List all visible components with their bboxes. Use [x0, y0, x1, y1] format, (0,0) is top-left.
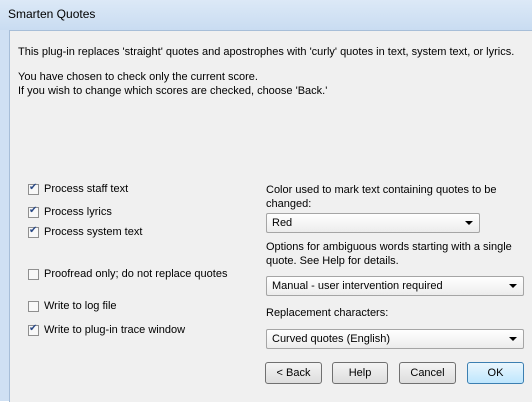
process-system-text-label[interactable]: Process system text — [44, 226, 142, 239]
process-lyrics-label[interactable]: Process lyrics — [44, 206, 112, 219]
replacement-characters-select-value: Curved quotes (English) — [272, 333, 391, 345]
chevron-down-icon — [465, 221, 473, 225]
proofread-only-label[interactable]: Proofread only; do not replace quotes — [44, 268, 227, 281]
dialog-client-area: This plug-in replaces 'straight' quotes … — [9, 30, 532, 402]
dialog-window: Smarten Quotes This plug-in replaces 'st… — [0, 0, 532, 402]
process-staff-text-label[interactable]: Process staff text — [44, 183, 128, 196]
intro-text: This plug-in replaces 'straight' quotes … — [18, 46, 515, 58]
chevron-down-icon — [509, 337, 517, 341]
ambiguous-options-select[interactable]: Manual - user intervention required — [266, 276, 524, 296]
ambiguous-options-label: Options for ambiguous words starting wit… — [266, 241, 512, 267]
ambiguous-options-select-value: Manual - user intervention required — [272, 280, 443, 292]
process-staff-text-checkbox[interactable] — [28, 182, 39, 195]
write-log-label[interactable]: Write to log file — [44, 300, 117, 313]
replacement-characters-label: Replacement characters: — [266, 307, 389, 319]
help-button[interactable]: Help — [332, 362, 388, 384]
title-bar[interactable]: Smarten Quotes — [0, 0, 532, 30]
intro-back-hint-text: If you wish to change which scores are c… — [18, 85, 328, 97]
process-system-text-checkbox[interactable] — [28, 225, 39, 238]
write-trace-label[interactable]: Write to plug-in trace window — [44, 324, 185, 337]
color-select[interactable]: Red — [266, 213, 480, 233]
color-label: Color used to mark text containing quote… — [266, 184, 497, 210]
write-trace-checkbox[interactable] — [28, 323, 39, 336]
replacement-characters-select[interactable]: Curved quotes (English) — [266, 329, 524, 349]
write-log-checkbox[interactable] — [28, 301, 39, 312]
chevron-down-icon — [509, 284, 517, 288]
color-select-value: Red — [272, 217, 293, 229]
window-title: Smarten Quotes — [8, 7, 96, 21]
intro-scope-text: You have chosen to check only the curren… — [18, 71, 258, 83]
back-button[interactable]: < Back — [265, 362, 322, 384]
process-lyrics-checkbox[interactable] — [28, 205, 39, 218]
proofread-only-checkbox[interactable] — [28, 269, 39, 280]
cancel-button[interactable]: Cancel — [399, 362, 456, 384]
ok-button[interactable]: OK — [467, 362, 524, 384]
